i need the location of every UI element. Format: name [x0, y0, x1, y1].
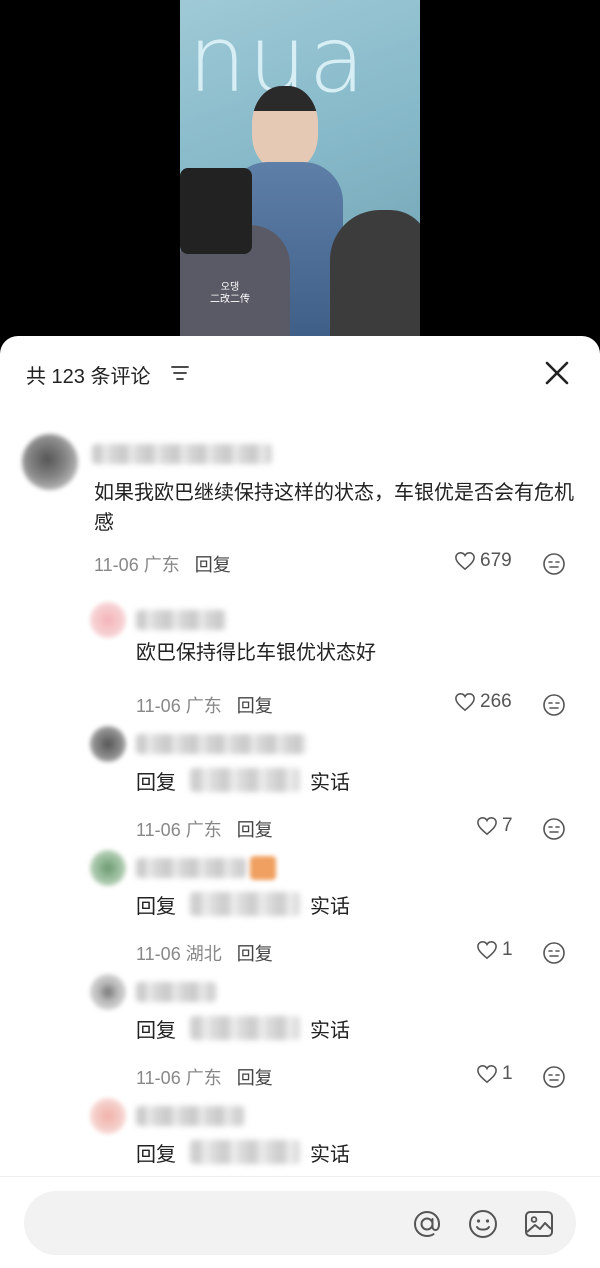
- heart-outline-icon: [477, 1065, 497, 1084]
- comment-meta: 11-06 广东 回复: [136, 816, 273, 842]
- comment-date: 11-06: [136, 944, 181, 964]
- comment-text: 如果我欧巴继续保持这样的状态，车银优是否会有危机感: [94, 482, 574, 534]
- reply-button[interactable]: 回复: [237, 696, 273, 716]
- avatar[interactable]: [22, 434, 78, 490]
- comment-sheet-header: 共 123 条评论: [0, 336, 600, 408]
- comment-list[interactable]: 如果我欧巴继续保持这样的状态，车银优是否会有危机感 11-06 广东 回复 67…: [0, 416, 600, 1176]
- like-count: 7: [502, 815, 513, 836]
- like-count: 266: [480, 691, 512, 712]
- reply-target-blurred[interactable]: [190, 768, 300, 792]
- video-caption: 오댕 二改二传: [210, 282, 250, 305]
- avatar[interactable]: [90, 726, 126, 762]
- comment-text: 实话: [310, 772, 350, 794]
- smiley-icon[interactable]: [466, 1207, 500, 1241]
- avatar[interactable]: [90, 974, 126, 1010]
- reply-prefix: 回复: [136, 772, 176, 794]
- ellipsis-circle-icon[interactable]: [542, 1065, 566, 1089]
- comment-sheet: 共 123 条评论 如果我欧巴继续保持这样的状态，车银优是否会有危机感 11-0…: [0, 336, 600, 1268]
- reply-prefix: 回复: [136, 1144, 176, 1166]
- like-button[interactable]: 266: [454, 691, 512, 713]
- reply-button[interactable]: 回复: [195, 555, 231, 575]
- comment-location: 广东: [185, 696, 222, 716]
- comment-text: 实话: [310, 1144, 350, 1166]
- ellipsis-circle-icon[interactable]: [542, 941, 566, 965]
- comment-text: 实话: [310, 896, 350, 918]
- heart-outline-icon: [455, 552, 475, 571]
- heart-outline-icon: [455, 693, 475, 712]
- reply-target-blurred[interactable]: [190, 892, 300, 916]
- comment-text: 欧巴保持得比车银优状态好: [136, 642, 376, 664]
- comment-meta: 11-06 广东 回复: [136, 1064, 273, 1090]
- like-count: 1: [502, 1063, 513, 1084]
- comment-input[interactable]: [48, 1191, 408, 1255]
- username-blurred[interactable]: [136, 858, 246, 878]
- comment-input-bar: [0, 1176, 600, 1268]
- comment-date: 11-06: [136, 696, 181, 716]
- comment-meta: 11-06 广东 回复: [136, 692, 273, 718]
- avatar[interactable]: [90, 850, 126, 886]
- ellipsis-circle-icon[interactable]: [542, 817, 566, 841]
- avatar[interactable]: [90, 1098, 126, 1134]
- reply-target-blurred[interactable]: [190, 1140, 300, 1164]
- like-button[interactable]: 1: [476, 939, 513, 961]
- reply-target-blurred[interactable]: [190, 1016, 300, 1040]
- comment-date: 11-06: [94, 555, 139, 575]
- username-badge-blurred: [250, 856, 276, 880]
- heart-outline-icon: [477, 817, 497, 836]
- close-icon[interactable]: [540, 356, 574, 390]
- comment-count-title: 共 123 条评论: [26, 366, 151, 388]
- video-camera: [180, 168, 252, 254]
- like-button[interactable]: 7: [476, 815, 513, 837]
- ellipsis-circle-icon[interactable]: [542, 552, 566, 576]
- reply-prefix: 回复: [136, 1020, 176, 1042]
- like-button[interactable]: 679: [454, 550, 512, 572]
- like-count: 679: [480, 550, 512, 571]
- comment-location: 广东: [185, 820, 222, 840]
- username-blurred[interactable]: [136, 734, 306, 754]
- video-frame: nua 오댕 二改二传: [180, 0, 420, 340]
- username-blurred[interactable]: [136, 1106, 244, 1126]
- username-blurred[interactable]: [92, 444, 272, 464]
- reply-prefix: 回复: [136, 896, 176, 918]
- comment-location: 湖北: [185, 944, 222, 964]
- like-count: 1: [502, 939, 513, 960]
- reply-button[interactable]: 回复: [237, 944, 273, 964]
- like-button[interactable]: 1: [476, 1063, 513, 1085]
- comment-meta: 11-06 广东 回复: [94, 551, 231, 577]
- comment-meta: 11-06 湖北 回复: [136, 940, 273, 966]
- comment-date: 11-06: [136, 820, 181, 840]
- comment-date: 11-06: [136, 1068, 181, 1088]
- at-sign-icon[interactable]: [410, 1207, 444, 1241]
- username-blurred[interactable]: [136, 610, 226, 630]
- video-crowd: [330, 210, 420, 340]
- video-player[interactable]: nua 오댕 二改二传: [0, 0, 600, 340]
- comment-text: 实话: [310, 1020, 350, 1042]
- comment-input-container[interactable]: [24, 1191, 576, 1255]
- ellipsis-circle-icon[interactable]: [542, 693, 566, 717]
- comment-location: 广东: [143, 555, 180, 575]
- reply-button[interactable]: 回复: [237, 820, 273, 840]
- comment-location: 广东: [185, 1068, 222, 1088]
- reply-button[interactable]: 回复: [237, 1068, 273, 1088]
- username-blurred[interactable]: [136, 982, 216, 1002]
- sort-lines-icon[interactable]: [170, 364, 190, 382]
- avatar[interactable]: [90, 602, 126, 638]
- image-icon[interactable]: [522, 1207, 556, 1241]
- heart-outline-icon: [477, 941, 497, 960]
